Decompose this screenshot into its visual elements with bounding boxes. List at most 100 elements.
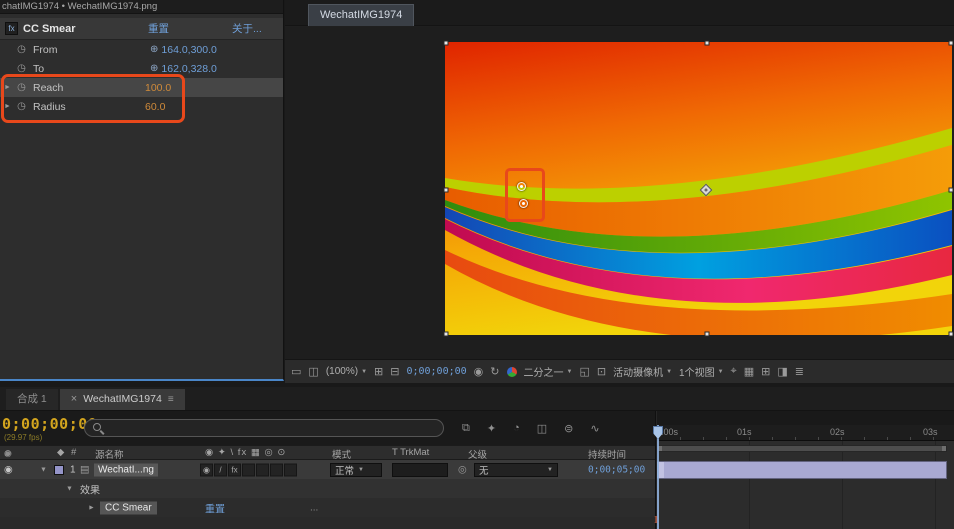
layer-switches[interactable]: ◉ / fx	[200, 463, 297, 476]
timecode-block[interactable]: 0;00;00;00 (29.97 fps)	[0, 415, 97, 442]
current-timecode[interactable]: 0;00;00;00	[2, 415, 97, 433]
selection-handle[interactable]	[443, 187, 449, 193]
property-row-from[interactable]: ◷ From ⊕ 164.0,300.0	[0, 40, 283, 59]
effect-twirl-icon[interactable]: ►	[84, 504, 99, 511]
safe-margins-icon[interactable]: ⊟	[390, 365, 399, 378]
trkmat-dropdown[interactable]	[392, 462, 448, 477]
composition-canvas-area[interactable]	[285, 27, 954, 359]
layer-row[interactable]: ◉ ▼ 1 ▤ WechatI...ng ◉ / fx 正常 ▼ ◎ 无 ▼ 0…	[0, 460, 655, 479]
layer-twirl-icon[interactable]: ▼	[36, 466, 51, 473]
property-row-reach[interactable]: ► ◷ Reach 100.0	[0, 78, 283, 97]
smear-from-point[interactable]	[517, 182, 526, 191]
layer-switch-empty[interactable]	[242, 463, 255, 476]
effects-twirl-icon[interactable]: ▼	[62, 485, 77, 492]
property-row-to[interactable]: ◷ To ⊕ 162.0,328.0	[0, 59, 283, 78]
track-area[interactable]: I I	[654, 441, 954, 529]
selection-handle[interactable]	[948, 40, 954, 46]
tab-footage[interactable]: × WechatIMG1974 ≡	[59, 389, 185, 410]
work-area-bar[interactable]	[657, 445, 947, 452]
twirl-closed-icon[interactable]: ►	[0, 103, 15, 110]
trkmat-column-header[interactable]: T TrkMat	[392, 447, 429, 458]
effect-instance-row[interactable]: ► CC Smear 重置 ...	[0, 498, 655, 517]
mode-column-header[interactable]: 模式	[332, 447, 351, 461]
snapshot-icon[interactable]: ◉	[474, 365, 484, 378]
layer-switch-fx-icon[interactable]: fx	[228, 463, 241, 476]
layer-duration-bar[interactable]	[657, 461, 947, 479]
tab-comp-1[interactable]: 合成 1	[6, 389, 58, 410]
flowchart-button-icon[interactable]: ◨	[777, 365, 787, 378]
selection-handle[interactable]	[948, 187, 954, 193]
selection-handle[interactable]	[704, 331, 710, 337]
parent-pickwhip-icon[interactable]: ◎	[458, 464, 467, 475]
composition-image[interactable]	[443, 40, 954, 337]
effect-reset-link-timeline[interactable]: 重置	[205, 500, 225, 515]
effects-group-row[interactable]: ▼ 效果	[0, 479, 655, 498]
twirl-closed-icon[interactable]: ►	[0, 84, 15, 91]
layer-switch-empty[interactable]	[284, 463, 297, 476]
resolution-dropdown[interactable]: 二分之一 ▼	[524, 364, 573, 379]
zoom-dropdown[interactable]: (100%) ▼	[326, 366, 367, 377]
parent-dropdown[interactable]: 无 ▼	[474, 462, 558, 477]
graph-editor-icon[interactable]: ∿	[590, 422, 599, 435]
layer-duration[interactable]: 0;00;05;00	[588, 464, 645, 475]
layer-label-chip[interactable]	[54, 464, 64, 475]
viewer-tab[interactable]: WechatIMG1974	[308, 4, 415, 26]
frame-blend-icon[interactable]: ◫	[537, 422, 547, 435]
show-channels-icon[interactable]	[506, 366, 517, 377]
current-time-indicator-line[interactable]	[657, 425, 659, 529]
effect-about-link[interactable]: 关于...	[232, 21, 262, 36]
show-snapshot-icon[interactable]: ↻	[490, 365, 499, 378]
timeline-button-icon[interactable]: ⊞	[761, 365, 770, 378]
effect-enabled-toggle[interactable]: fx	[5, 22, 18, 35]
blend-mode-dropdown[interactable]: 正常 ▼	[330, 462, 382, 477]
layer-switch-empty[interactable]	[256, 463, 269, 476]
fast-preview-icon[interactable]: ▦	[744, 365, 754, 378]
region-of-interest-icon[interactable]: ◱	[579, 365, 589, 378]
source-name-column-header[interactable]: 源名称	[95, 447, 124, 461]
stopwatch-icon[interactable]: ◷	[15, 44, 28, 55]
layer-switch-slash-icon[interactable]: /	[214, 463, 227, 476]
always-preview-icon[interactable]: ▭	[291, 365, 301, 378]
stopwatch-icon[interactable]: ◷	[15, 101, 28, 112]
magnification-icon[interactable]: ◫	[308, 365, 318, 378]
property-row-radius[interactable]: ► ◷ Radius 60.0	[0, 97, 283, 116]
close-tab-icon[interactable]: ×	[71, 389, 77, 410]
selection-handle[interactable]	[704, 40, 710, 46]
stopwatch-icon[interactable]: ◷	[15, 82, 28, 93]
camera-dropdown[interactable]: 活动摄像机 ▼	[613, 364, 672, 379]
lock-column-icon[interactable]: ⊙	[4, 448, 15, 459]
timeline-search-input[interactable]	[84, 419, 444, 437]
layer-visibility-icon[interactable]: ◉	[4, 464, 13, 475]
motion-blur-icon[interactable]: ⊜	[564, 422, 573, 435]
layer-name[interactable]: WechatI...ng	[94, 463, 158, 476]
layer-switch-quality-icon[interactable]: ◉	[200, 463, 213, 476]
index-column-header[interactable]: #	[71, 447, 76, 458]
effect-reset-link[interactable]: 重置	[148, 21, 169, 36]
selection-handle[interactable]	[443, 40, 449, 46]
property-value-radius[interactable]: 60.0	[145, 101, 165, 113]
time-ruler[interactable]: :00s 01s 02s 03s	[657, 425, 954, 441]
property-value-to[interactable]: 162.0,328.0	[161, 63, 216, 75]
property-value-from[interactable]: 164.0,300.0	[161, 44, 216, 56]
mini-flowchart-icon[interactable]: ⧉	[462, 422, 470, 435]
effect-controls-panel-tab[interactable]: chatIMG1974 • WechatIMG1974.png	[0, 0, 283, 14]
view-layout-dropdown[interactable]: 1个视图 ▼	[679, 364, 724, 379]
shy-layers-icon[interactable]: ◔	[513, 422, 520, 435]
viewer-timecode[interactable]: 0;00;00;00	[406, 366, 466, 377]
effect-point-icon[interactable]: ⊕	[150, 63, 158, 74]
grid-options-icon[interactable]: ⊞	[374, 365, 383, 378]
label-column-icon[interactable]: ◆	[57, 447, 64, 458]
effect-header-row[interactable]: fx CC Smear 重置 关于...	[0, 18, 283, 40]
effect-point-icon[interactable]: ⊕	[150, 44, 158, 55]
property-value-reach[interactable]: 100.0	[145, 82, 171, 94]
duration-column-header[interactable]: 持续时间	[588, 447, 626, 461]
switches-column-header[interactable]: ◉ ✦ \ fx ▦ ◎ ⊙	[205, 447, 286, 458]
selection-handle[interactable]	[948, 331, 954, 337]
layer-switch-empty[interactable]	[270, 463, 283, 476]
draft-3d-icon[interactable]: ✦	[487, 422, 496, 435]
smear-to-point[interactable]	[519, 199, 528, 208]
selection-handle[interactable]	[443, 331, 449, 337]
transparency-grid-icon[interactable]: ⊡	[597, 365, 606, 378]
timeline-graph-area[interactable]: :00s 01s 02s 03s I I	[653, 411, 954, 529]
parent-column-header[interactable]: 父级	[468, 447, 487, 461]
